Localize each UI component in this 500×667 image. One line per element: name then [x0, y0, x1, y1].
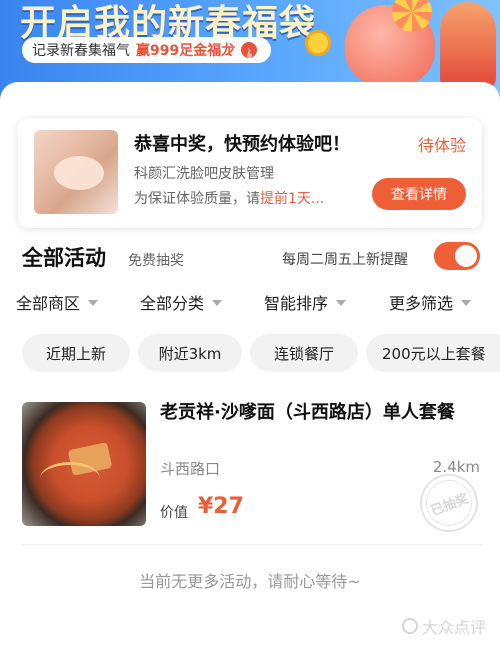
- filter-category[interactable]: 全部分类: [140, 290, 223, 314]
- filter-label: 更多筛选: [389, 294, 454, 313]
- filter-more[interactable]: 更多筛选: [389, 290, 472, 314]
- prize-note-highlight: 提前1天...: [260, 191, 325, 207]
- chip-premium-set[interactable]: 200元以上套餐: [366, 334, 500, 372]
- no-more-message: 当前无更多活动，请耐心等待~: [139, 572, 361, 591]
- prize-status: 待体验: [417, 136, 466, 155]
- caret-down-icon: [336, 300, 347, 306]
- reminder-toggle[interactable]: [434, 242, 480, 270]
- filter-area[interactable]: 全部商区: [16, 290, 99, 314]
- caret-down-icon: [212, 300, 223, 306]
- chip-nearby[interactable]: 附近3km: [138, 334, 242, 372]
- filter-label: 智能排序: [264, 294, 329, 313]
- filter-label: 全部商区: [16, 294, 81, 313]
- banner-pagination: [232, 53, 262, 58]
- prize-shop-name: 科颜汇洗脸吧皮肤管理: [134, 166, 274, 182]
- deal-location: 斗西路口: [160, 460, 221, 478]
- caret-down-icon: [88, 300, 99, 306]
- deal-price: ¥27: [198, 494, 244, 519]
- prize-thumbnail: [34, 130, 118, 214]
- deal-thumbnail[interactable]: [22, 402, 146, 526]
- prize-card[interactable]: 恭喜中奖，快预约体验吧！ 待体验 科颜汇洗脸吧皮肤管理 为保证体验质量，请提前1…: [18, 118, 482, 228]
- filter-sort[interactable]: 智能排序: [264, 290, 347, 314]
- banner-subtitle-pill[interactable]: 记录新春集福气 赢999足金福龙 ›: [22, 37, 272, 63]
- chip-new[interactable]: 近期上新: [22, 334, 130, 372]
- watermark-text: 大众点评: [421, 618, 486, 637]
- coin-illustration: [305, 30, 331, 56]
- prize-title: 恭喜中奖，快预约体验吧！: [134, 134, 350, 155]
- chip-chain-restaurant[interactable]: 连锁餐厅: [250, 334, 358, 372]
- caret-down-icon: [461, 300, 472, 306]
- view-details-button[interactable]: 查看详情: [372, 178, 466, 210]
- prize-note-prefix: 为保证体验质量，请: [134, 191, 260, 207]
- deal-distance: 2.4km: [432, 458, 480, 476]
- banner-subtitle-prefix: 记录新春集福气: [32, 43, 130, 59]
- pagination-dot: [247, 53, 252, 58]
- mascot-illustration: [440, 2, 496, 90]
- filter-label: 全部分类: [140, 294, 205, 313]
- dianping-logo-icon: [401, 618, 418, 634]
- drawn-stamp: 已抽奖: [411, 465, 487, 541]
- section-subtitle: 免费抽奖: [128, 253, 184, 269]
- filter-bar: 全部商区 全部分类 智能排序 更多筛选: [0, 290, 500, 316]
- section-title: 全部活动: [22, 246, 106, 270]
- divider: [22, 544, 482, 545]
- prize-note: 为保证体验质量，请提前1天...: [134, 188, 324, 208]
- pagination-dot: [257, 53, 262, 58]
- content-sheet: 恭喜中奖，快预约体验吧！ 待体验 科颜汇洗脸吧皮肤管理 为保证体验质量，请提前1…: [0, 82, 500, 667]
- banner-subtitle-highlight: 赢999足金福龙: [136, 43, 236, 59]
- toggle-knob: [455, 245, 477, 267]
- deal-price-label: 价值: [160, 505, 188, 521]
- pagination-dot: [232, 53, 242, 58]
- deal-title[interactable]: 老贡祥·沙嗲面（斗西路店）单人套餐: [160, 400, 482, 426]
- reminder-label: 每周二周五上新提醒: [282, 252, 408, 268]
- watermark: 大众点评: [401, 614, 486, 638]
